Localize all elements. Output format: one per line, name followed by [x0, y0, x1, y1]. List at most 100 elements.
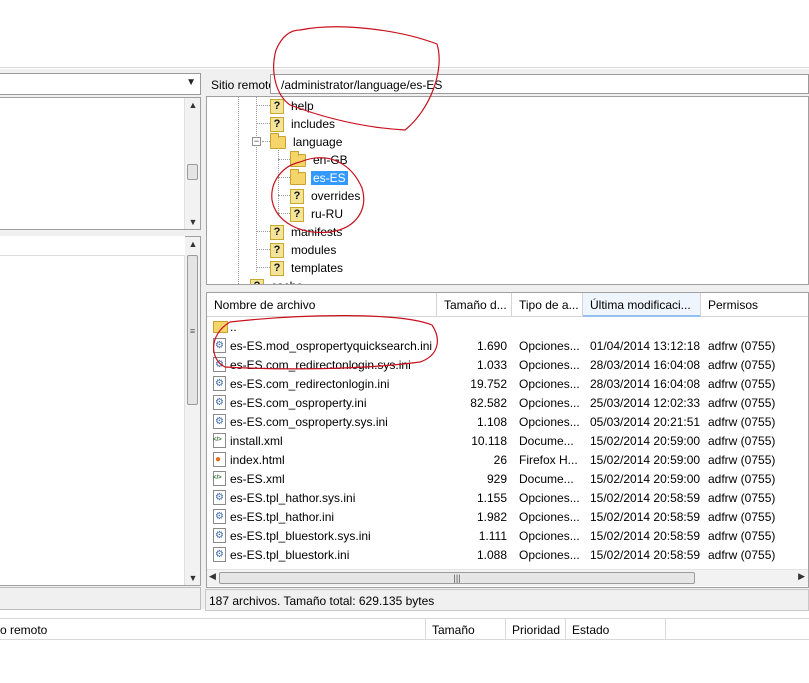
folder-icon — [270, 132, 286, 149]
local-file-list[interactable]: ▲ ≡ ▼ — [0, 236, 201, 586]
remote-tree-pane[interactable]: − ? help ? includes language en-GB es-ES ?… — [206, 96, 809, 285]
remote-path-input[interactable]: /administrator/language/es-ES — [270, 74, 809, 94]
tree-item-modules[interactable]: ? modules — [270, 241, 338, 259]
file-list-header: Nombre de archivo Tamaño d... Tipo de a.… — [207, 293, 808, 317]
ini-file-icon — [213, 490, 226, 505]
tree-item-help[interactable]: ? help — [270, 97, 316, 115]
scroll-down-icon[interactable]: ▼ — [185, 215, 201, 229]
cell-size: 19.752 — [470, 377, 507, 391]
cell-type: Opciones... — [519, 548, 580, 562]
local-site-dropdown[interactable]: ▼ — [0, 73, 201, 95]
queue-column-size[interactable]: Tamaño — [425, 619, 505, 640]
cell-modified: 28/03/2014 16:04:08 — [590, 358, 700, 372]
table-row[interactable]: es-ES.tpl_bluestork.ini 1.088 Opciones... 1… — [207, 546, 808, 565]
tree-item-templates[interactable]: ? templates — [270, 259, 345, 277]
scroll-left-icon[interactable]: ◀ — [209, 571, 216, 582]
scroll-down-icon[interactable]: ▼ — [185, 571, 201, 585]
tree-item-overrides[interactable]: ? overrides — [290, 187, 362, 205]
tree-item-en-gb[interactable]: en-GB — [290, 150, 350, 169]
column-header-type[interactable]: Tipo de a... — [512, 293, 583, 317]
table-row[interactable]: index.html 26 Firefox H... 15/02/2014 20:59… — [207, 451, 808, 470]
cell-permissions: adfrw (0755) — [708, 358, 776, 372]
tree-item-manifests[interactable]: ? manifests — [270, 223, 344, 241]
cell-type: Opciones... — [519, 339, 580, 353]
local-tree-scrollbar[interactable]: ▲ ▼ — [184, 98, 200, 229]
queue-column-remote[interactable]: o remoto — [0, 619, 425, 640]
chevron-down-icon[interactable]: ▼ — [186, 77, 196, 88]
cell-type: Docume... — [519, 434, 574, 448]
column-header-name[interactable]: Nombre de archivo — [207, 293, 437, 317]
cell-size: 1.033 — [476, 358, 507, 372]
table-row[interactable]: es-ES.mod_ospropertyquicksearch.ini 1.690… — [207, 337, 808, 356]
queue-column-priority[interactable]: Prioridad — [505, 619, 565, 640]
cell-size: 26 — [493, 453, 507, 467]
cell-name: es-ES.mod_ospropertyquicksearch.ini — [230, 339, 433, 353]
remote-file-list[interactable]: Nombre de archivo Tamaño d... Tipo de a.… — [206, 292, 809, 588]
xml-file-icon — [213, 433, 226, 448]
queue-column-status[interactable]: Estado — [565, 619, 665, 640]
cell-size: 1.088 — [476, 548, 507, 562]
cell-type: Opciones... — [519, 510, 580, 524]
cell-permissions: adfrw (0755) — [708, 491, 776, 505]
scroll-thumb[interactable] — [187, 164, 198, 180]
tree-item-es-es[interactable]: es-ES — [290, 168, 348, 187]
scroll-up-icon[interactable]: ▲ — [185, 237, 201, 251]
cell-permissions: adfrw (0755) — [708, 548, 776, 562]
cell-size: 1.690 — [476, 339, 507, 353]
ini-file-icon — [213, 395, 226, 410]
table-row[interactable]: es-ES.tpl_hathor.ini 1.982 Opciones... 15/0… — [207, 508, 808, 527]
ini-file-icon — [213, 547, 226, 562]
cell-size: 10.118 — [471, 434, 507, 448]
ini-file-icon — [213, 528, 226, 543]
cell-type: Docume... — [519, 472, 574, 486]
column-header-permissions[interactable]: Permisos — [701, 293, 808, 317]
question-folder-icon: ? — [270, 98, 284, 114]
tree-item-cache[interactable]: ?cache — [250, 277, 305, 284]
cell-modified: 28/03/2014 16:04:08 — [590, 377, 700, 391]
collapse-icon[interactable]: − — [252, 137, 261, 146]
local-list-header — [0, 236, 185, 256]
folder-icon — [290, 150, 306, 167]
table-row[interactable]: install.xml 10.118 Docume... 15/02/2014 20:… — [207, 432, 808, 451]
table-row[interactable]: .. — [207, 318, 808, 337]
local-tree-pane[interactable]: ▲ ▼ — [0, 97, 201, 230]
scroll-thumb[interactable]: ||| — [219, 572, 695, 584]
cell-permissions: adfrw (0755) — [708, 510, 776, 524]
column-header-modified[interactable]: Última modificaci... — [583, 293, 701, 317]
scroll-up-icon[interactable]: ▲ — [185, 98, 201, 112]
column-header-size[interactable]: Tamaño d... — [437, 293, 512, 317]
scroll-thumb[interactable]: ≡ — [187, 255, 198, 405]
table-row[interactable]: es-ES.tpl_hathor.sys.ini 1.155 Opciones...… — [207, 489, 808, 508]
tree-item-ru-ru[interactable]: ? ru-RU — [290, 205, 345, 223]
cell-name: es-ES.com_osproperty.ini — [230, 396, 367, 410]
question-folder-icon: ? — [290, 206, 304, 222]
ini-file-icon — [213, 414, 226, 429]
queue-column-extra[interactable] — [665, 619, 809, 640]
cell-modified: 15/02/2014 20:59:00 — [590, 434, 700, 448]
local-list-scrollbar[interactable]: ▲ ≡ ▼ — [184, 237, 200, 585]
remote-site-label: Sitio remoto: — [211, 78, 279, 92]
local-status-bar — [0, 587, 201, 610]
cell-permissions: adfrw (0755) — [708, 434, 776, 448]
cell-modified: 15/02/2014 20:59:00 — [590, 453, 700, 467]
cell-modified: 25/03/2014 12:02:33 — [590, 396, 700, 410]
table-row[interactable]: es-ES.xml 929 Docume... 15/02/2014 20:59:00… — [207, 470, 808, 489]
file-list-hscrollbar[interactable]: ◀ ||| ▶ — [207, 569, 808, 586]
html-file-icon — [213, 452, 226, 467]
cell-type: Opciones... — [519, 358, 580, 372]
cell-name: index.html — [230, 453, 285, 467]
table-row[interactable]: es-ES.tpl_bluestork.sys.ini 1.111 Opciones… — [207, 527, 808, 546]
top-blank-area — [0, 0, 809, 68]
queue-body — [0, 641, 809, 683]
table-row[interactable]: es-ES.com_osproperty.ini 82.582 Opciones..… — [207, 394, 808, 413]
folder-icon — [290, 168, 306, 185]
cell-modified: 05/03/2014 20:21:51 — [590, 415, 700, 429]
cell-size: 1.982 — [476, 510, 507, 524]
table-row[interactable]: es-ES.com_redirectonlogin.ini 19.752 Opcio… — [207, 375, 808, 394]
scroll-right-icon[interactable]: ▶ — [798, 571, 805, 582]
tree-item-includes[interactable]: ? includes — [270, 115, 337, 133]
tree-item-language[interactable]: language — [270, 132, 344, 151]
table-row[interactable]: es-ES.com_osproperty.sys.ini 1.108 Opcione… — [207, 413, 808, 432]
table-row[interactable]: es-ES.com_redirectonlogin.sys.ini 1.033 Op… — [207, 356, 808, 375]
cell-modified: 15/02/2014 20:59:00 — [590, 472, 700, 486]
